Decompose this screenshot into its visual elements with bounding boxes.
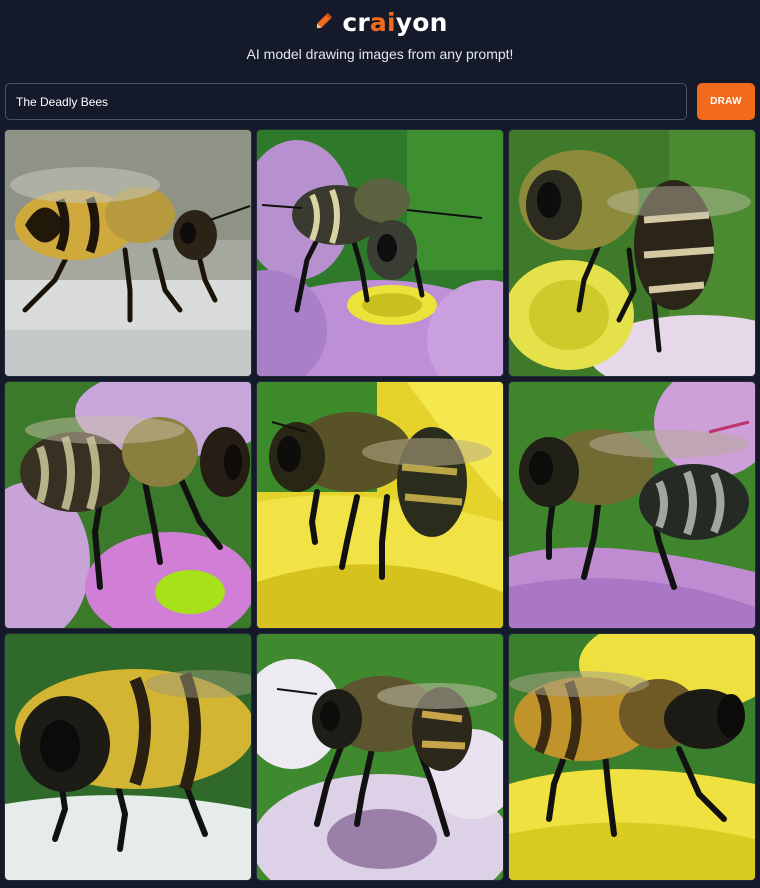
result-image-7[interactable]	[5, 634, 251, 880]
result-image-9[interactable]	[509, 634, 755, 880]
logo[interactable]: craiyon	[0, 6, 760, 38]
draw-button[interactable]: DRAW	[697, 83, 755, 120]
result-image-4[interactable]	[5, 382, 251, 628]
result-image-2[interactable]	[257, 130, 503, 376]
logo-wordmark: craiyon	[342, 7, 448, 37]
pencil-icon	[312, 7, 338, 38]
results-grid	[5, 130, 755, 880]
result-image-5[interactable]	[257, 382, 503, 628]
subtitle: AI model drawing images from any prompt!	[246, 46, 514, 62]
result-image-8[interactable]	[257, 634, 503, 880]
result-image-1[interactable]	[5, 130, 251, 376]
result-image-6[interactable]	[509, 382, 755, 628]
craiyon-page: craiyon AI model drawing images from any…	[0, 0, 760, 888]
prompt-input[interactable]	[5, 83, 687, 120]
result-image-3[interactable]	[509, 130, 755, 376]
